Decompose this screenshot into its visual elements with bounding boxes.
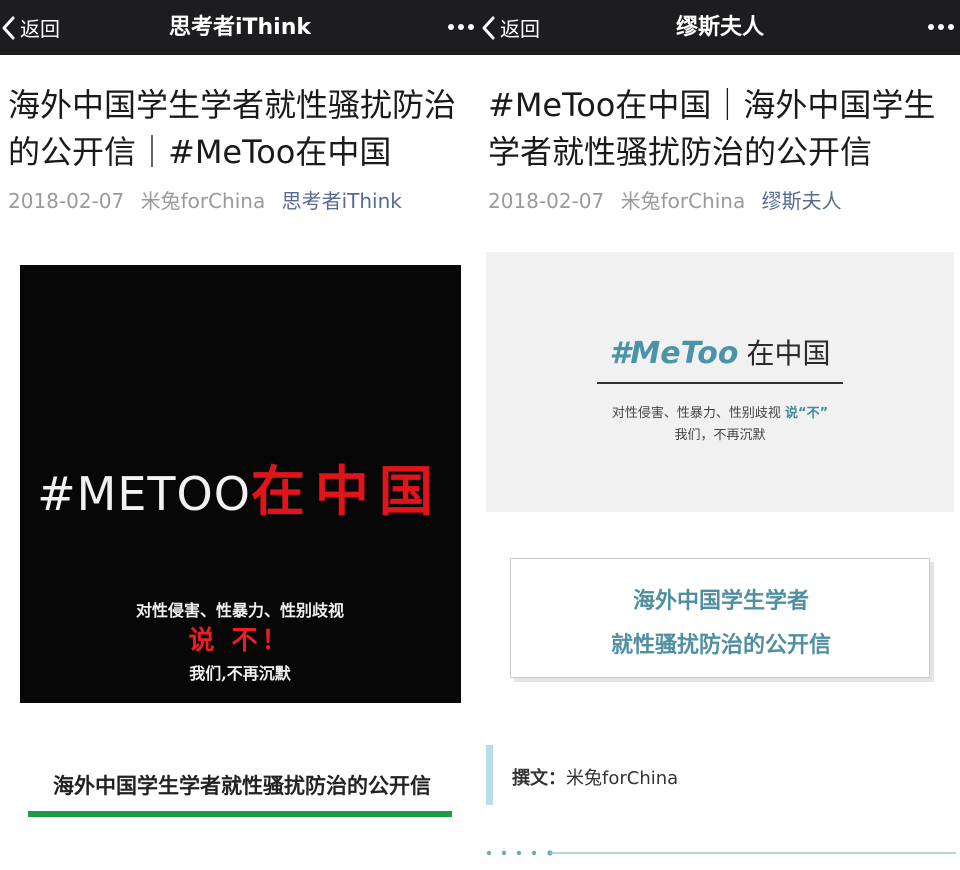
cover-subtitle: 对性侵害、性暴力、性别歧视 [135, 601, 344, 620]
byline: 撰文：米兔forChina [512, 764, 678, 790]
nav-title: 思考者iThink [168, 15, 312, 40]
navigation-bar: 返回 缪斯夫人 [480, 0, 960, 55]
card-line-1: 海外中国学生学者 [632, 589, 809, 614]
navigation-bar: 返回 思考者iThink [0, 0, 480, 55]
card-line-2: 就性骚扰防治的公开信 [610, 633, 831, 658]
publish-date: 2018-02-07 [8, 189, 125, 213]
back-label: 返回 [20, 17, 60, 41]
cover-divider [597, 382, 843, 384]
section-heading: 海外中国学生学者就性骚扰防治的公开信 [53, 774, 431, 798]
cover-hashtag: #METOO [37, 467, 251, 521]
article-title: #MeToo在中国｜海外中国学生学者就性骚扰防治的公开信 [488, 86, 936, 171]
title-card: 海外中国学生学者 就性骚扰防治的公开信 [510, 558, 930, 678]
dotted-divider [486, 850, 956, 856]
cover-no-silence: 我们，不再沉默 [674, 428, 766, 443]
cover-say-no: 说 不！ [188, 626, 292, 656]
cover-say-no: 说“不” [785, 406, 829, 421]
more-horizontal-icon [928, 24, 934, 30]
cover-headline-cn: 在中国 [746, 337, 831, 370]
heading-underline [28, 811, 452, 817]
chevron-left-icon [482, 16, 495, 39]
back-button[interactable]: 返回 [0, 0, 60, 55]
cover-subtitle: 对性侵害、性暴力、性别歧视 说“不” [480, 402, 960, 421]
author-name: 米兔forChina [140, 189, 266, 213]
back-label: 返回 [500, 17, 540, 41]
cover-no-silence: 我们,不再沉默 [189, 664, 291, 683]
article-meta: 2018-02-07 米兔forChina 思考者iThink [8, 185, 402, 214]
byline-label: 撰文： [512, 768, 566, 789]
byline-accent-bar [486, 745, 493, 805]
publish-date: 2018-02-07 [488, 189, 605, 213]
back-button[interactable]: 返回 [480, 0, 540, 55]
chevron-left-icon [2, 16, 15, 39]
cover-hashtag: #MeToo [609, 336, 739, 371]
article-title: 海外中国学生学者就性骚扰防治的公开信｜#MeToo在中国 [8, 86, 457, 171]
account-link[interactable]: 思考者iThink [282, 189, 402, 213]
account-link[interactable]: 缪斯夫人 [762, 189, 842, 213]
cover-headline-cn: 在中国 [250, 459, 443, 523]
right-article-pane: 返回 缪斯夫人 #MeToo在中国｜海外中国学生学者就性骚扰防治的公开信 201… [480, 0, 960, 870]
more-options-button[interactable] [448, 13, 474, 41]
more-options-button[interactable] [928, 13, 954, 41]
left-article-pane: 返回 思考者iThink 海外中国学生学者就性骚扰防治的公开信｜#MeToo在中… [0, 0, 480, 870]
byline-name: 米兔forChina [566, 768, 679, 789]
author-name: 米兔forChina [620, 189, 746, 213]
nav-title: 缪斯夫人 [675, 15, 764, 40]
cover-headline: #MeToo 在中国 [480, 332, 960, 372]
article-meta: 2018-02-07 米兔forChina 缪斯夫人 [488, 185, 842, 214]
more-horizontal-icon [448, 24, 454, 30]
cover-headline: #METOO在中国 [0, 447, 480, 526]
cover-subtitle-text: 对性侵害、性暴力、性别歧视 [611, 406, 781, 421]
